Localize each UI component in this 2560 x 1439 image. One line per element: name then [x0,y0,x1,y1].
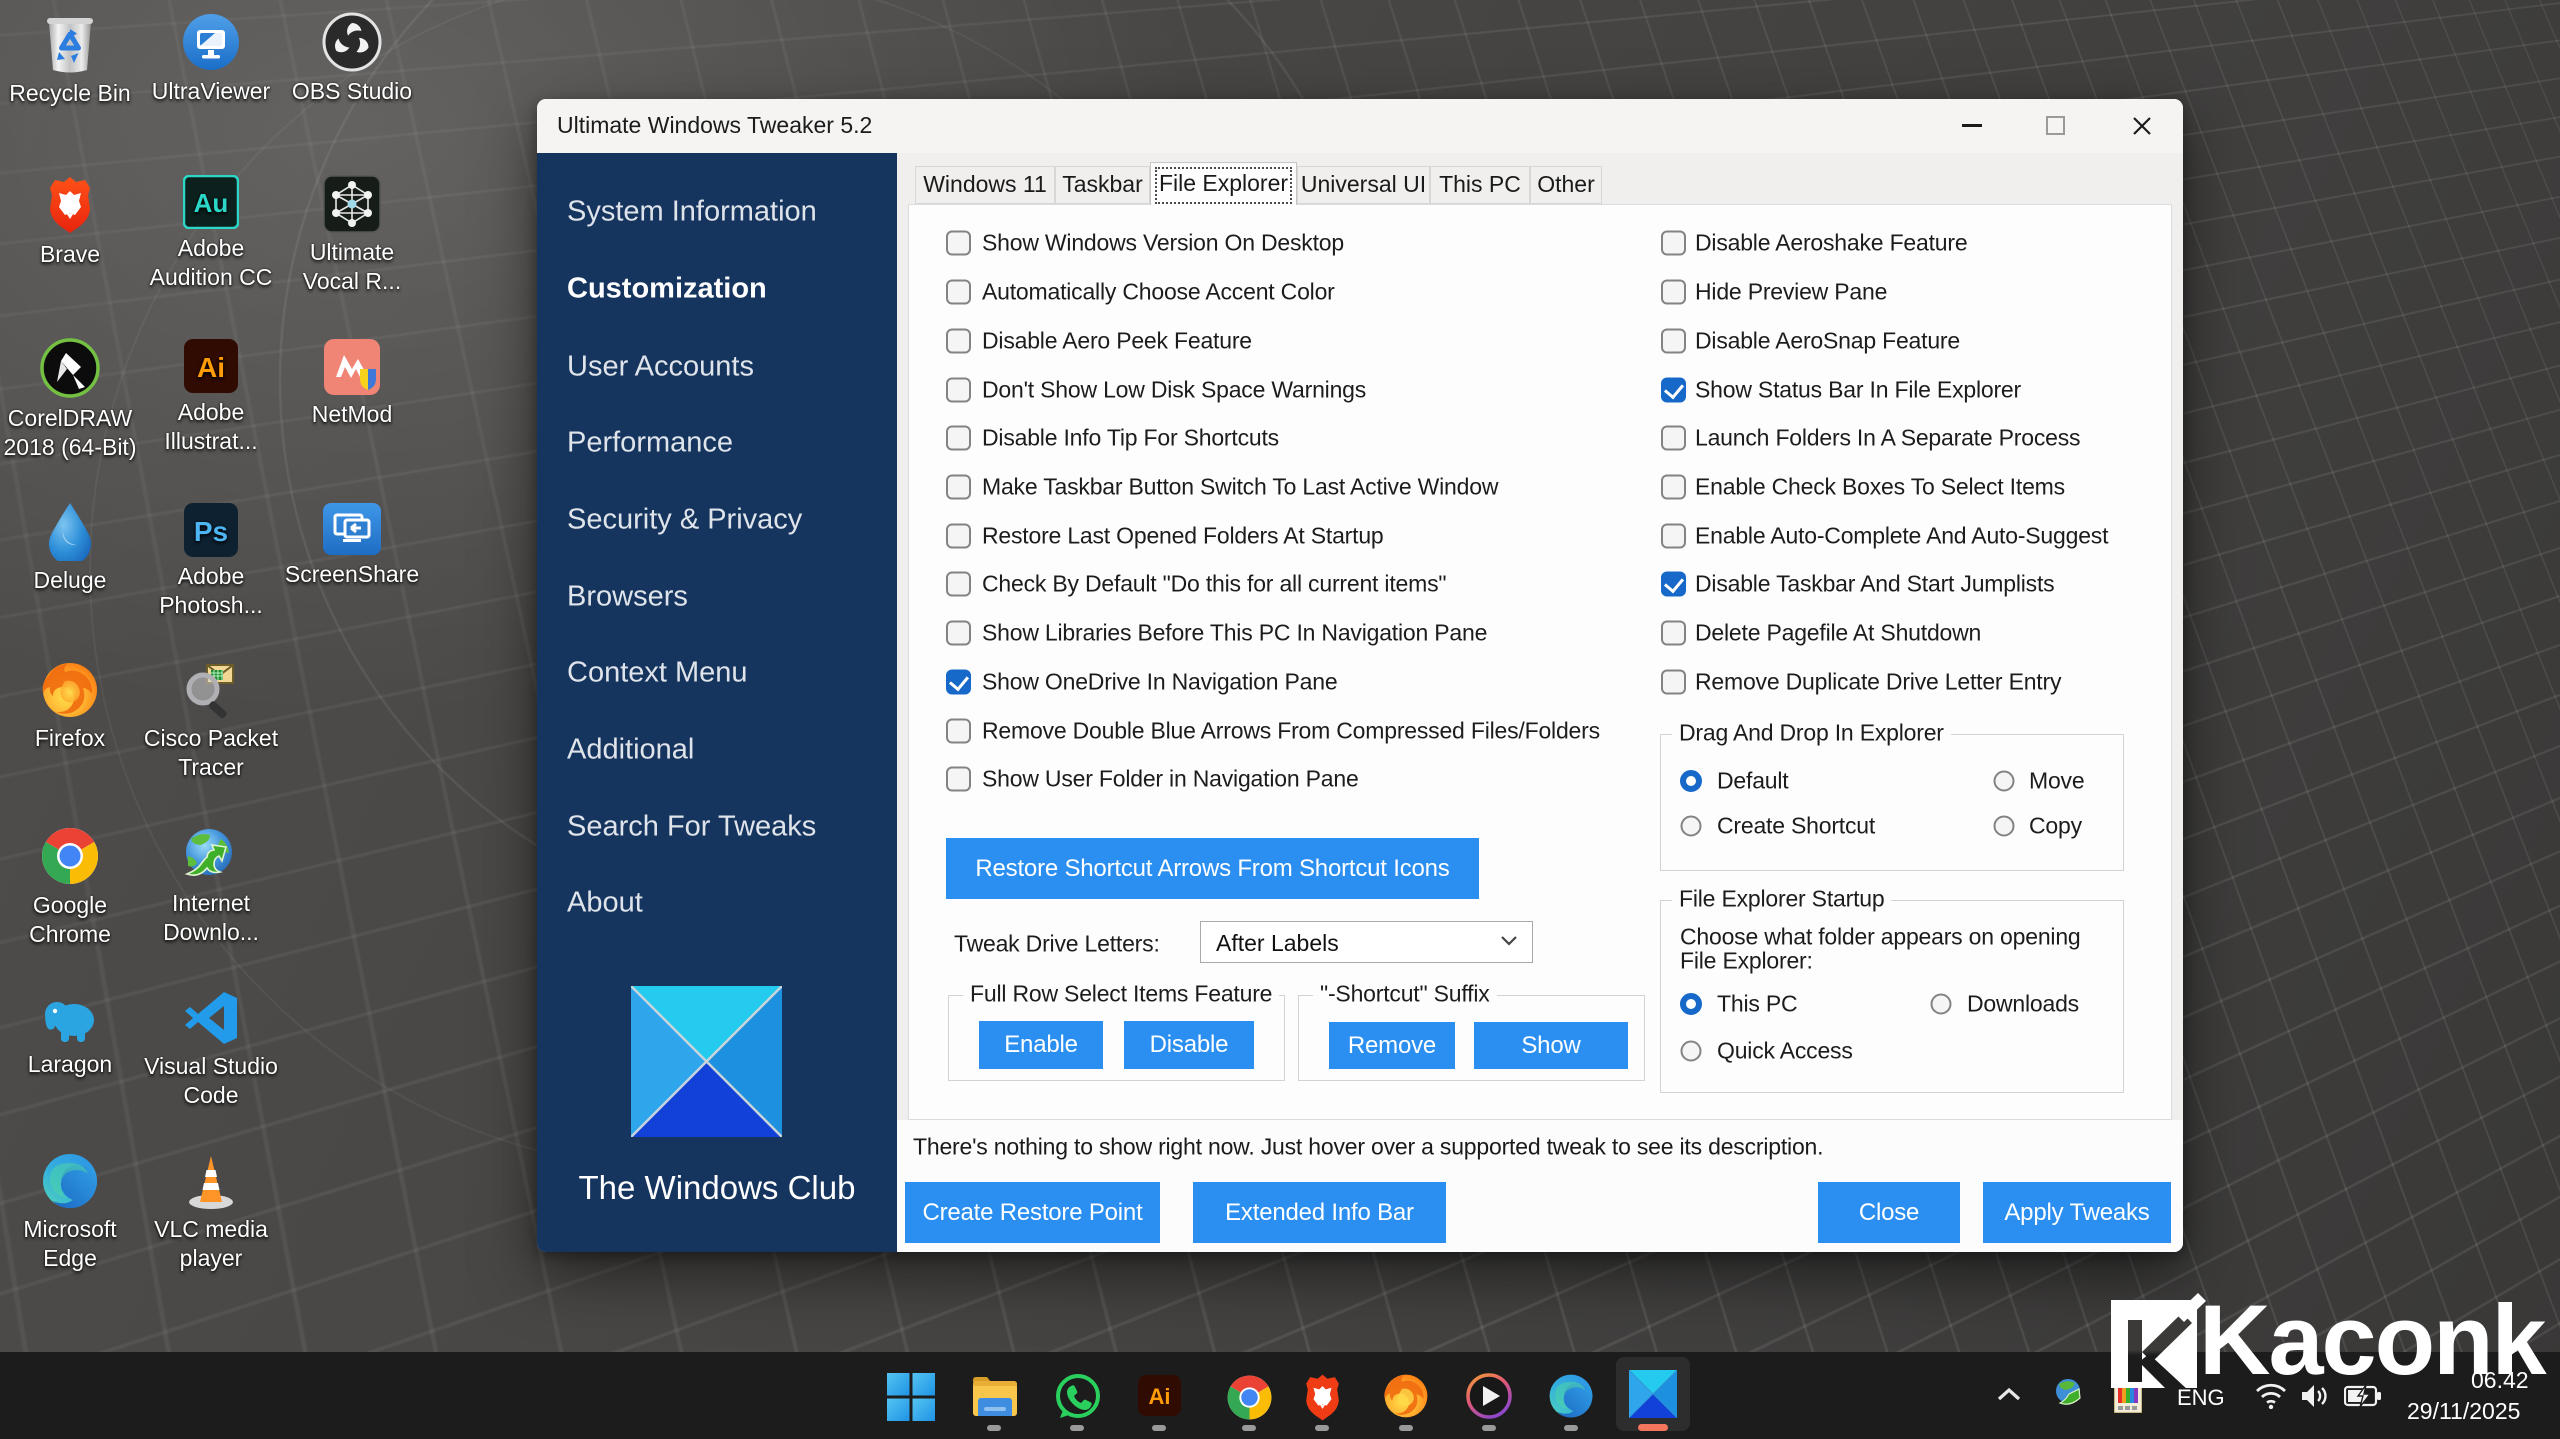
svg-text:Ps: Ps [194,516,228,547]
svg-text:Ai: Ai [197,352,225,383]
svg-text:Au: Au [194,188,229,218]
svg-text:Ai: Ai [1149,1384,1171,1409]
